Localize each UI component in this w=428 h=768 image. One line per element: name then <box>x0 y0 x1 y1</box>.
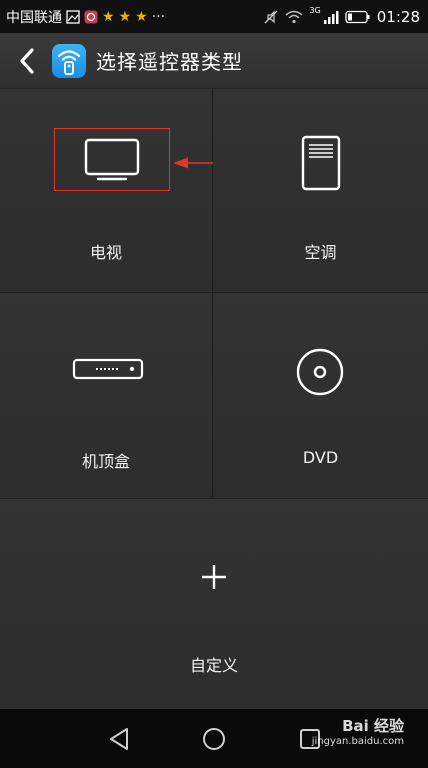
wifi-remote-icon <box>57 49 81 75</box>
device-label-set-top-box: 机顶盒 <box>81 452 130 471</box>
nav-home-button[interactable] <box>200 725 228 753</box>
device-label-dvd: DVD <box>302 448 339 467</box>
watermark-logo-text: Bai 经验 <box>342 717 404 735</box>
app-notification-icon <box>84 10 98 24</box>
device-option-set-top-box[interactable]: 机顶盒 <box>0 293 213 499</box>
clock: 01:28 <box>376 7 420 26</box>
set-top-box-icon <box>60 349 156 389</box>
carrier-name: 中国联通 <box>6 9 62 26</box>
nav-back-button[interactable] <box>105 725 133 753</box>
device-option-tv[interactable]: 电视 <box>0 89 224 293</box>
device-type-grid: 电视 空调 机顶盒 DVD 自定义 <box>0 89 428 709</box>
battery-icon <box>345 10 371 24</box>
device-option-air-conditioner[interactable]: 空调 <box>213 89 428 293</box>
star-notification-icon: ★ <box>118 8 132 25</box>
watermark: Bai 经验 jingyan.baidu.com <box>312 715 404 747</box>
plus-icon <box>194 557 234 597</box>
more-notifications-icon: ··· <box>151 8 166 25</box>
app-logo <box>52 43 86 78</box>
title-bar: 选择遥控器类型 <box>0 33 428 89</box>
status-bar: 中国联通 ★ ★ ★ ··· 3G 01:28 <box>0 0 428 33</box>
air-conditioner-icon <box>293 133 349 193</box>
triangle-back-icon <box>110 728 128 750</box>
circle-home-icon <box>203 728 225 750</box>
gallery-notification-icon <box>66 9 80 24</box>
annotation-highlight-box <box>54 128 170 191</box>
star-notification-icon: ★ <box>102 8 115 25</box>
star-notification-icon: ★ <box>135 8 148 25</box>
device-option-custom[interactable]: 自定义 <box>0 499 428 709</box>
mute-icon <box>263 9 279 25</box>
device-label-air-conditioner: 空调 <box>304 243 337 262</box>
watermark-domain: jingyan.baidu.com <box>311 736 404 747</box>
navigation-bar: Bai 经验 jingyan.baidu.com <box>0 709 428 768</box>
back-button[interactable] <box>16 46 38 76</box>
device-label-custom: 自定义 <box>189 656 238 675</box>
disc-icon <box>291 343 349 401</box>
network-type-label: 3G <box>309 6 321 15</box>
wifi-icon <box>285 10 303 24</box>
device-label-tv: 电视 <box>89 243 122 262</box>
status-right: 3G 01:28 <box>263 6 420 26</box>
signal-strength-icon <box>323 10 339 24</box>
chevron-left-icon <box>20 47 34 74</box>
device-option-dvd[interactable]: DVD <box>213 293 428 499</box>
status-left: 中国联通 ★ ★ ★ ··· <box>6 7 263 27</box>
page-title: 选择遥控器类型 <box>96 50 243 74</box>
